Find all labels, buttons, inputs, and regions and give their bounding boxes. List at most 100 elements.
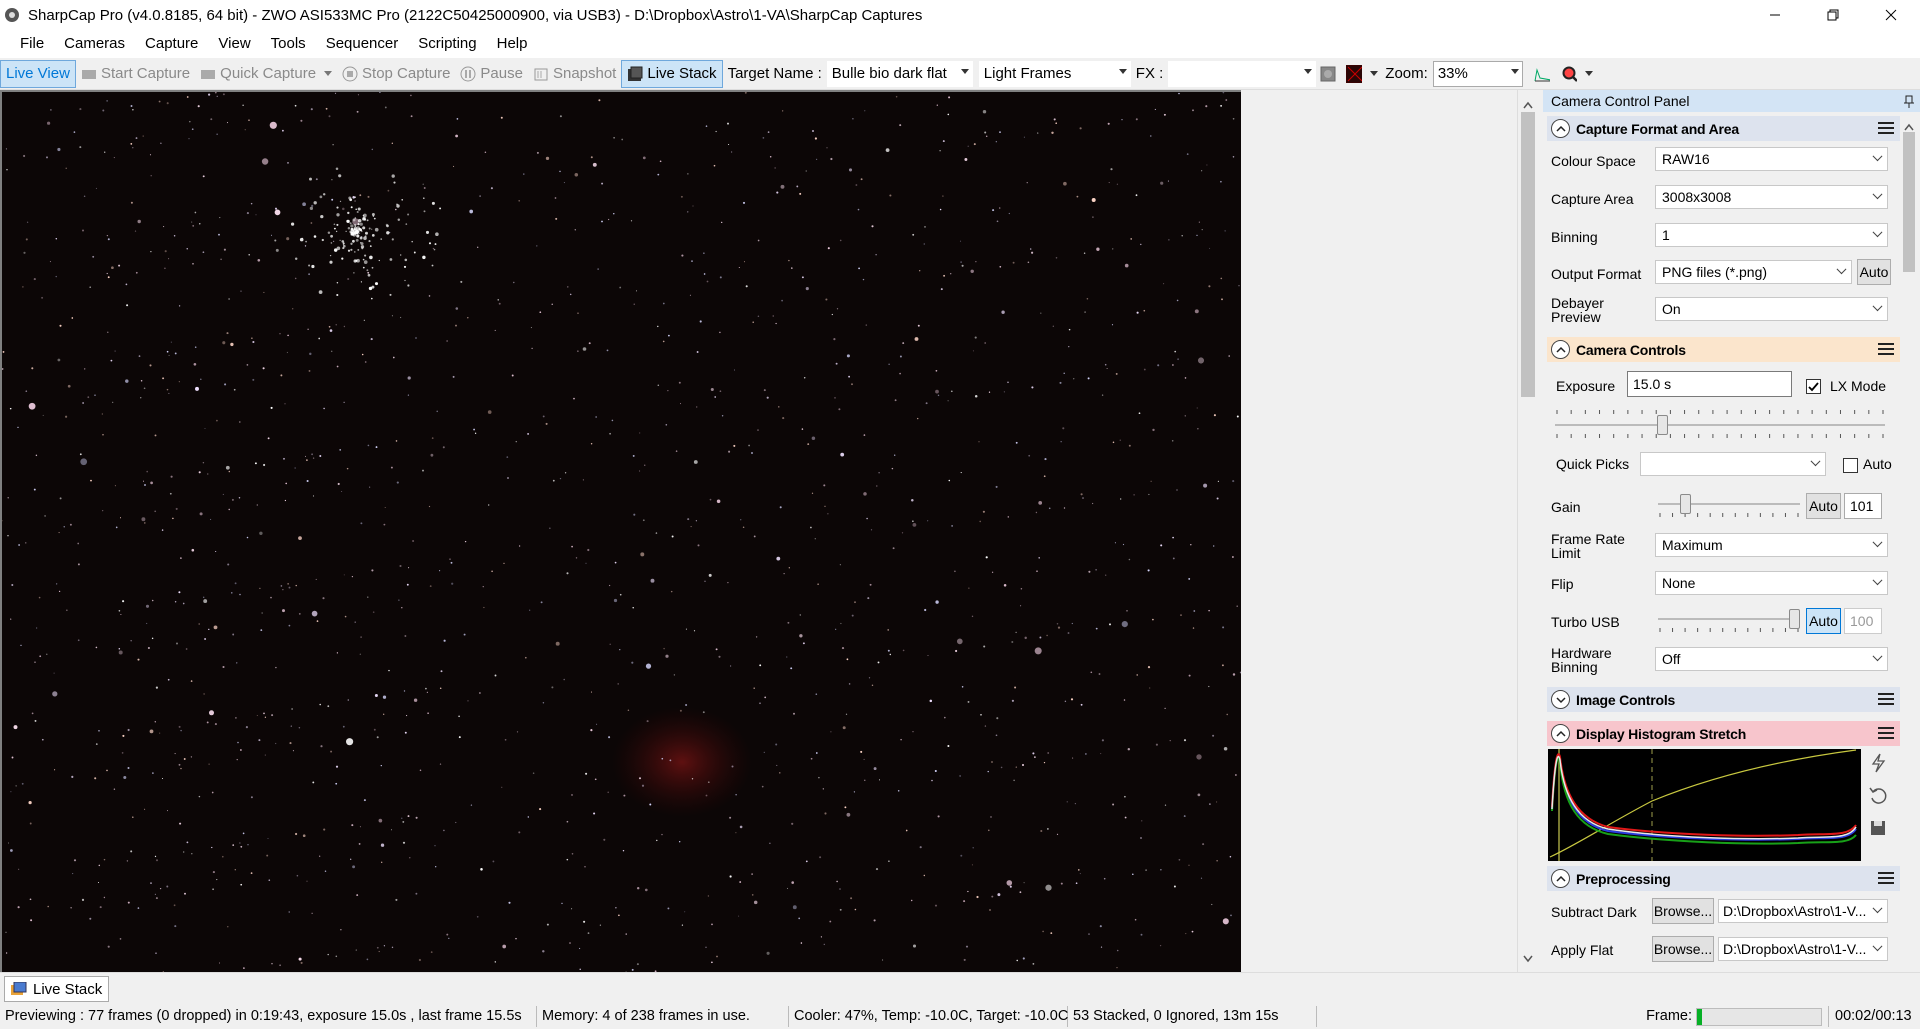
menu-view[interactable]: View (208, 30, 260, 58)
menu-tools[interactable]: Tools (261, 30, 316, 58)
tab-live-stack[interactable]: Live Stack (4, 976, 110, 1002)
star (1159, 944, 1162, 947)
gain-value-input[interactable]: 101 (1844, 493, 1882, 519)
exposure-slider-handle[interactable] (1657, 415, 1668, 435)
close-icon[interactable] (1862, 0, 1920, 30)
frame-type-combo[interactable]: Light Frames (978, 60, 1131, 87)
star (374, 282, 379, 286)
subtract-dark-select[interactable]: D:\Dropbox\Astro\1-V... (1718, 899, 1888, 923)
gain-slider[interactable] (1658, 487, 1800, 521)
quick-capture-button[interactable]: Quick Capture (195, 60, 337, 88)
exposure-slider[interactable] (1555, 408, 1885, 442)
save-stretch-button[interactable] (1864, 817, 1892, 847)
frame-rate-limit-select[interactable]: Maximum (1655, 533, 1888, 557)
chevron-up-icon[interactable] (1523, 96, 1533, 112)
turbo-usb-slider[interactable] (1658, 602, 1800, 636)
image-controls-header[interactable]: Image Controls (1547, 687, 1900, 712)
stop-capture-button[interactable]: Stop Capture (337, 60, 455, 88)
turbo-value-input[interactable]: 100 (1844, 608, 1882, 634)
collapse-icon[interactable] (1551, 119, 1570, 138)
apply-flat-browse-button[interactable]: Browse... (1652, 936, 1714, 962)
turbo-auto-button[interactable]: Auto (1806, 608, 1841, 634)
gain-auto-button[interactable]: Auto (1806, 493, 1841, 519)
live-stack-button[interactable]: Live Stack (621, 59, 723, 88)
colour-space-select[interactable]: RAW16 (1655, 147, 1888, 171)
image-viewport[interactable] (0, 90, 1241, 972)
reset-stretch-button[interactable] (1864, 784, 1892, 814)
quick-picks-auto-checkbox[interactable] (1843, 458, 1858, 473)
chevron-down-icon[interactable] (1304, 68, 1313, 74)
output-format-select[interactable]: PNG files (*.png) (1655, 260, 1852, 284)
menu-icon[interactable] (1878, 343, 1894, 358)
menu-icon[interactable] (1878, 693, 1894, 708)
collapse-icon[interactable] (1551, 869, 1570, 888)
menu-cameras[interactable]: Cameras (54, 30, 135, 58)
camera-controls-header[interactable]: Camera Controls (1547, 337, 1900, 362)
expand-icon[interactable] (1551, 690, 1570, 709)
chevron-down-icon[interactable] (1584, 71, 1593, 76)
snapshot-button[interactable]: Snapshot (528, 60, 621, 88)
star (611, 419, 614, 422)
menu-icon[interactable] (1878, 727, 1894, 742)
zoom-tools-button[interactable] (1559, 60, 1595, 88)
reticle-button[interactable] (1316, 60, 1344, 88)
viewport-scrollbar[interactable] (1517, 90, 1538, 972)
apply-flat-select[interactable]: D:\Dropbox\Astro\1-V... (1718, 937, 1888, 961)
binning-select[interactable]: 1 (1655, 223, 1888, 247)
menu-scripting[interactable]: Scripting (408, 30, 486, 58)
chevron-down-icon[interactable] (1510, 68, 1519, 74)
subtract-dark-browse-button[interactable]: Browse... (1652, 898, 1714, 924)
panel-scrollbar[interactable] (1900, 112, 1918, 972)
color-picker-button[interactable] (1344, 60, 1380, 88)
fx-combo[interactable] (1168, 60, 1317, 87)
auto-stretch-button[interactable] (1864, 752, 1892, 782)
star (89, 917, 92, 920)
collapse-icon[interactable] (1551, 724, 1570, 743)
target-name-combo[interactable]: Bulle bio dark flat (826, 60, 973, 87)
menu-icon[interactable] (1878, 122, 1894, 137)
chevron-down-icon[interactable] (1370, 71, 1379, 76)
chevron-down-icon[interactable] (1523, 950, 1533, 966)
live-view-button[interactable]: Live View (0, 59, 76, 88)
chevron-down-icon[interactable] (1118, 68, 1127, 74)
restore-icon[interactable] (1804, 0, 1862, 30)
histogram-display[interactable] (1548, 749, 1861, 861)
lx-mode-checkbox[interactable] (1806, 379, 1821, 394)
capture-area-select[interactable]: 3008x3008 (1655, 185, 1888, 209)
star (984, 725, 987, 727)
menu-capture[interactable]: Capture (135, 30, 208, 58)
debayer-preview-select[interactable]: On (1655, 297, 1888, 321)
histogram-stretch-header[interactable]: Display Histogram Stretch (1547, 721, 1900, 746)
menu-help[interactable]: Help (487, 30, 538, 58)
quick-picks-select[interactable] (1640, 452, 1826, 476)
menu-file[interactable]: File (10, 30, 54, 58)
flip-select[interactable]: None (1655, 571, 1888, 595)
star (1180, 614, 1182, 616)
star (888, 860, 890, 863)
turbo-slider-handle[interactable] (1789, 609, 1800, 629)
minimize-icon[interactable] (1746, 0, 1804, 30)
sharpcap-app-icon[interactable] (2, 5, 22, 25)
hardware-binning-select[interactable]: Off (1655, 647, 1888, 671)
chevron-down-icon[interactable] (960, 68, 969, 74)
menu-icon[interactable] (1878, 872, 1894, 887)
collapse-icon[interactable] (1551, 340, 1570, 359)
preprocessing-header[interactable]: Preprocessing (1547, 866, 1900, 891)
star (801, 276, 804, 279)
output-auto-button[interactable]: Auto (1857, 259, 1891, 285)
star (423, 187, 426, 189)
start-capture-button[interactable]: Start Capture (76, 60, 195, 88)
capture-format-header[interactable]: Capture Format and Area (1547, 116, 1900, 141)
gain-slider-handle[interactable] (1680, 494, 1691, 514)
star (294, 104, 297, 107)
menu-sequencer[interactable]: Sequencer (316, 30, 409, 58)
chevron-down-icon[interactable] (324, 71, 333, 76)
star (371, 297, 373, 300)
exposure-input[interactable]: 15.0 s (1627, 371, 1792, 397)
star (601, 182, 604, 185)
scrollbar-thumb[interactable] (1521, 112, 1535, 397)
panel-scrollbar-thumb[interactable] (1903, 132, 1915, 272)
pause-button[interactable]: Pause (455, 60, 528, 88)
zoom-combo[interactable]: 33% (1432, 60, 1523, 87)
histogram-button[interactable] (1529, 60, 1559, 88)
